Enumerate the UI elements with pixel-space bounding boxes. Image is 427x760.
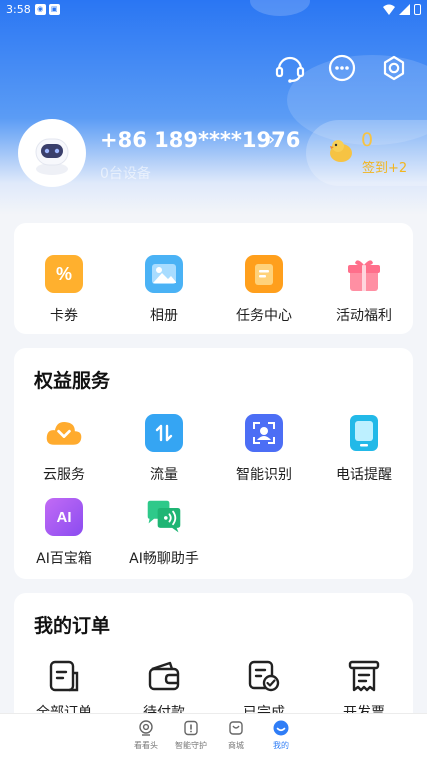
benefit-smart-recognition[interactable]: 智能识别 [214,414,314,484]
status-time: 3:58 [6,2,31,16]
shop-icon [229,721,243,735]
profile-icon [273,720,289,736]
settings-gear-icon[interactable] [378,52,410,84]
avatar[interactable] [18,119,86,187]
customer-service-icon[interactable] [274,52,306,84]
benefit-label: 电话提醒 [336,467,392,483]
tab-camera[interactable]: 看看头 [121,720,171,751]
tab-label: 商城 [228,741,244,750]
tab-label: 我的 [273,741,289,750]
album-icon [145,255,183,293]
quick-action-activity-benefits[interactable]: 活动福利 [314,255,414,325]
benefit-label: AI百宝箱 [36,551,92,567]
benefit-label: 智能识别 [236,467,292,483]
sign-in-mascot-icon [330,140,352,162]
quick-action-label: 相册 [150,308,178,324]
tab-shop[interactable]: 商城 [211,720,261,751]
quick-actions-card: % 卡券 相册 任务中心 活动福利 [14,223,413,334]
sign-in-count: 0 [361,129,374,151]
quick-action-coupon[interactable]: % 卡券 [14,255,114,325]
tab-label: 智能守护 [175,741,207,750]
device-count: 0台设备 [100,166,151,182]
invoice-icon [348,660,380,692]
robot-avatar-icon [35,138,69,175]
benefit-cloud-service[interactable]: 云服务 [14,414,114,484]
camera-icon [139,720,153,736]
ai-chat-icon [145,498,183,536]
quick-action-task-center[interactable]: 任务中心 [214,255,314,325]
orders-card: 我的订单 全部订单 待付款 已完成 开发票 [14,593,413,733]
benefit-ai-chat-assistant[interactable]: AI畅聊助手 [114,498,214,568]
ai-toolbox-icon: AI [45,498,83,536]
tab-profile[interactable]: 我的 [256,720,306,751]
message-icon[interactable] [326,52,358,84]
tab-label: 看看头 [134,741,158,750]
benefit-data-traffic[interactable]: 流量 [114,414,214,484]
coupon-icon: % [45,255,83,293]
wifi-icon [383,4,395,15]
quick-action-label: 活动福利 [336,308,392,324]
benefit-label: AI畅聊助手 [129,551,199,567]
app-notification-icon: ▣ [48,3,60,15]
sign-in-label[interactable]: 签到+2 [362,157,407,176]
status-bar: 3:58 ◉ ▣ [0,0,427,18]
benefits-title: 权益服务 [34,370,111,392]
benefit-label: 云服务 [43,467,85,483]
benefits-card: 权益服务 云服务 流量 智能识别 电话提醒 AI AI百宝箱 AI畅聊助手 [14,348,413,579]
quick-action-label: 卡券 [50,308,78,324]
benefit-phone-reminder[interactable]: 电话提醒 [314,414,414,484]
task-center-icon [245,255,283,293]
quick-action-label: 任务中心 [236,308,292,324]
wallet-icon [148,661,180,691]
orders-title: 我的订单 [34,615,111,637]
benefit-ai-toolbox[interactable]: AI AI百宝箱 [14,498,114,568]
benefit-label: 流量 [150,467,178,483]
cloud-icon [45,414,83,452]
quick-action-album[interactable]: 相册 [114,255,214,325]
phone-reminder-icon [345,414,383,452]
tab-smart-guard[interactable]: 智能守护 [166,720,216,751]
face-recognition-icon [245,414,283,452]
data-traffic-icon [145,414,183,452]
gift-icon [345,255,383,293]
profile-chevron-right-icon[interactable]: › [268,129,275,150]
app-notification-icon: ◉ [34,3,46,15]
bottom-tab-bar: 看看头 智能守护 商城 我的 [0,713,427,760]
guard-icon [184,720,198,736]
battery-icon [414,3,421,15]
all-orders-icon [49,660,79,692]
signal-icon [399,3,410,15]
completed-icon [248,660,280,692]
